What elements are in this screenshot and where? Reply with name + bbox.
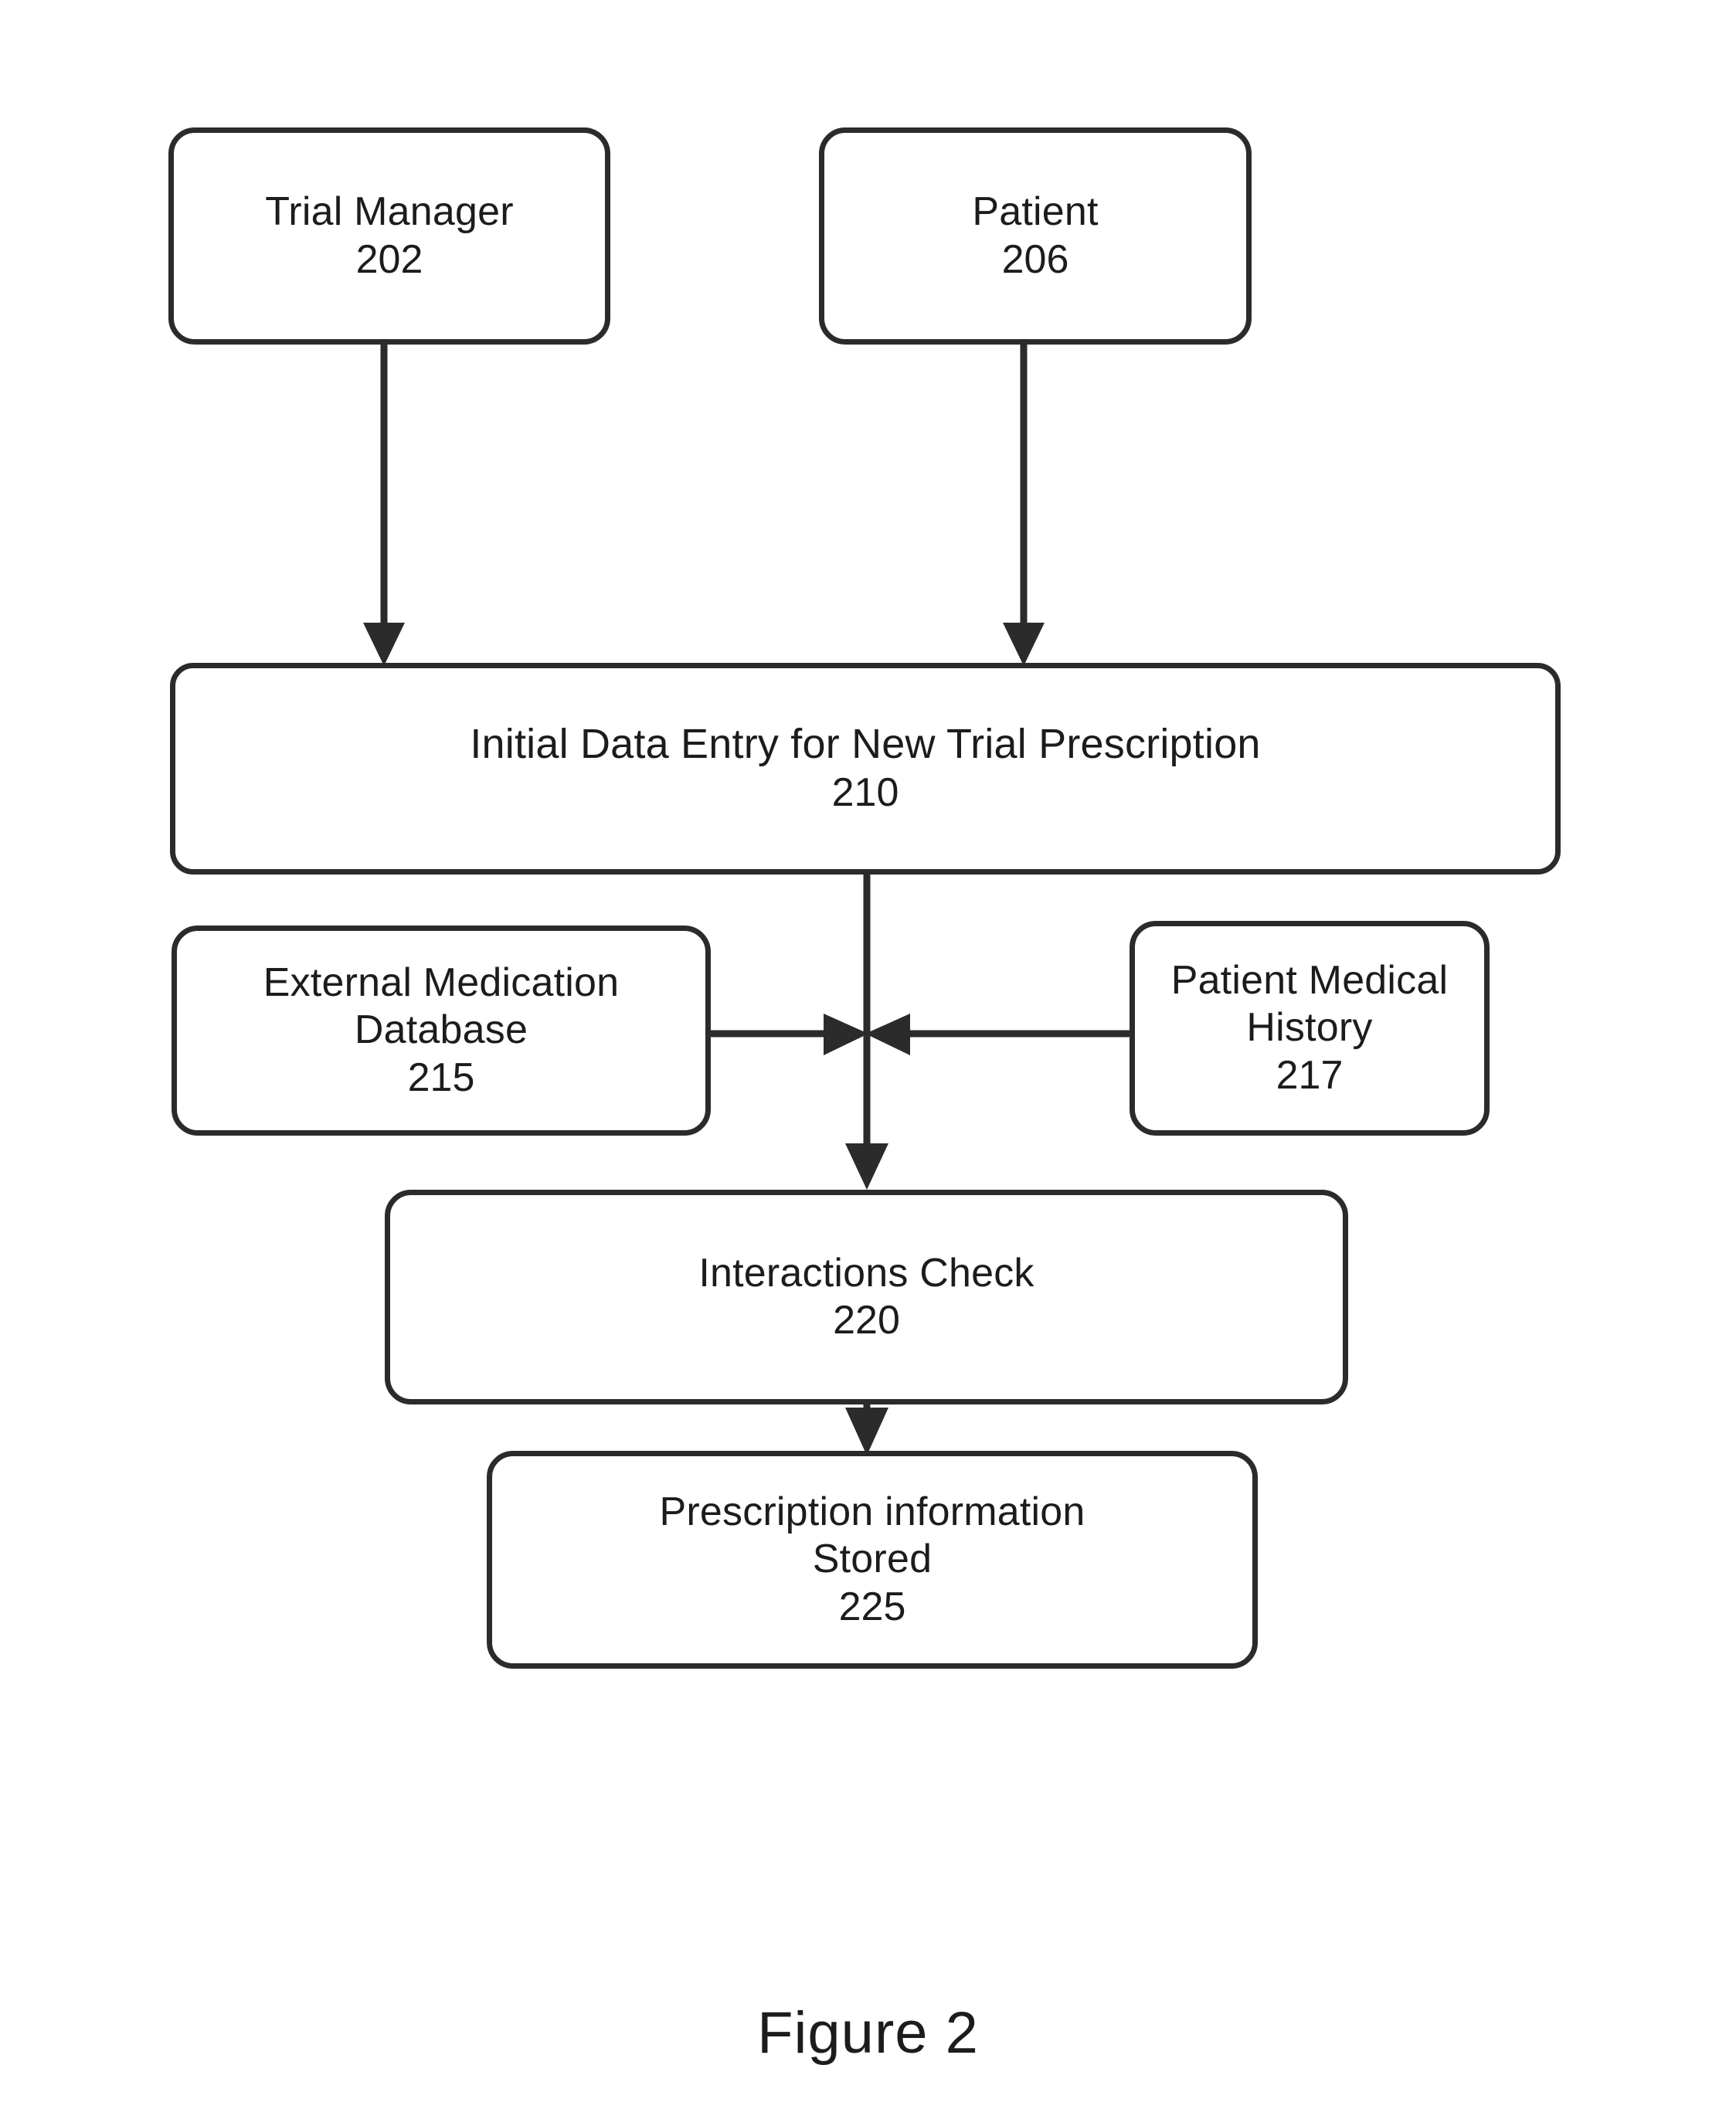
node-patient-medical-history-label-line1: Patient Medical — [1170, 957, 1449, 1003]
connector-external-medication-database-to-junction — [711, 1014, 868, 1055]
node-initial-data-entry-ref: 210 — [831, 770, 899, 816]
node-external-medication-database-ref: 215 — [407, 1055, 475, 1100]
connector-patient-to-initial-data-entry — [1003, 345, 1045, 666]
node-external-medication-database: External Medication Database 215 — [172, 926, 711, 1136]
node-initial-data-entry-label: Initial Data Entry for New Trial Prescri… — [470, 721, 1261, 768]
node-interactions-check: Interactions Check 220 — [385, 1190, 1348, 1404]
node-trial-manager-label: Trial Manager — [265, 189, 514, 235]
node-trial-manager: Trial Manager 202 — [168, 127, 610, 345]
node-prescription-stored-ref: 225 — [838, 1584, 906, 1629]
node-patient-medical-history: Patient Medical History 217 — [1130, 921, 1490, 1136]
connector-interactions-check-to-prescription-stored — [845, 1404, 888, 1455]
figure-page: Trial Manager 202 Patient 206 Initial Da… — [0, 0, 1736, 2116]
node-initial-data-entry: Initial Data Entry for New Trial Prescri… — [170, 663, 1561, 875]
node-prescription-stored: Prescription information Stored 225 — [487, 1451, 1258, 1669]
node-prescription-stored-label-line2: Stored — [812, 1537, 933, 1582]
node-prescription-stored-label-line1: Prescription information — [659, 1489, 1085, 1534]
node-patient-label: Patient — [972, 189, 1099, 235]
figure-caption: Figure 2 — [757, 2000, 979, 2066]
node-patient-ref: 206 — [1001, 236, 1069, 282]
node-interactions-check-label: Interactions Check — [698, 1250, 1034, 1296]
node-patient: Patient 206 — [819, 127, 1252, 345]
connector-trial-manager-to-initial-data-entry — [363, 345, 405, 666]
node-external-medication-database-label-line1: External Medication — [263, 960, 620, 1005]
node-interactions-check-ref: 220 — [833, 1298, 900, 1343]
node-external-medication-database-label-line2: Database — [354, 1007, 528, 1053]
connector-patient-medical-history-to-junction — [865, 1014, 1130, 1055]
node-patient-medical-history-label-line2: History — [1246, 1005, 1373, 1051]
node-patient-medical-history-ref: 217 — [1276, 1052, 1344, 1098]
node-trial-manager-ref: 202 — [355, 236, 423, 282]
